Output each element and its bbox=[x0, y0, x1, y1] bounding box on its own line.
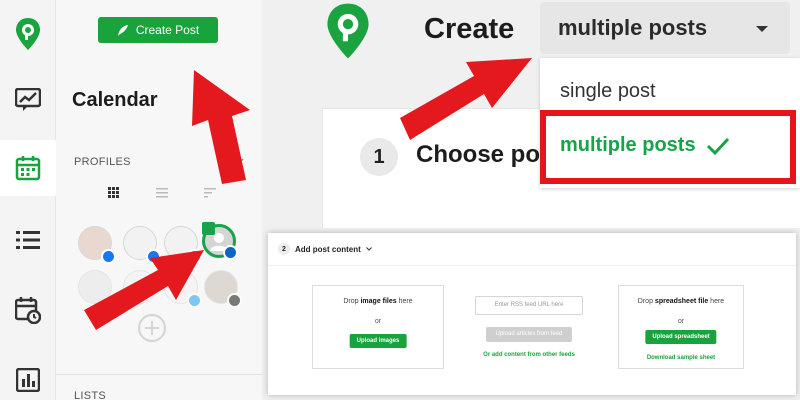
add-content-header[interactable]: 2 Add post content bbox=[278, 243, 372, 255]
instagram-icon bbox=[187, 249, 202, 264]
upload-spreadsheet-button[interactable]: Upload spreadsheet bbox=[645, 330, 717, 344]
profile-avatar[interactable] bbox=[164, 226, 202, 264]
profile-avatar[interactable] bbox=[123, 270, 157, 304]
sidebar: Create Post Calendar PROFILES LISTS bbox=[56, 0, 262, 400]
image-drop-text: Drop image files here bbox=[343, 298, 413, 305]
post-type-value: multiple posts bbox=[558, 15, 708, 40]
logo-icon bbox=[327, 3, 369, 59]
upload-articles-button[interactable]: Upload articles from feed bbox=[486, 327, 572, 342]
menu-option-label: multiple posts bbox=[560, 134, 696, 156]
grid-view-icon[interactable] bbox=[108, 187, 119, 198]
divider bbox=[268, 265, 796, 266]
spreadsheet-drop-text: Drop spreadsheet file here bbox=[637, 298, 725, 305]
create-post-button[interactable]: Create Post bbox=[98, 17, 218, 43]
list-view-icon[interactable] bbox=[156, 188, 168, 198]
facebook-icon bbox=[101, 249, 116, 264]
profile-avatar[interactable] bbox=[164, 270, 202, 308]
twitter-icon bbox=[187, 293, 202, 308]
add-content-title: Add post content bbox=[295, 244, 361, 254]
feather-icon bbox=[117, 24, 128, 36]
or-text: or bbox=[677, 318, 685, 325]
menu-option-single-post[interactable]: single post bbox=[560, 80, 656, 103]
divider bbox=[56, 374, 262, 375]
post-type-dropdown[interactable]: multiple posts bbox=[540, 2, 790, 54]
profile-avatar[interactable] bbox=[204, 270, 242, 308]
or-text: or bbox=[374, 318, 382, 325]
other-feeds-link[interactable]: Or add content from other feeds bbox=[475, 352, 583, 358]
icon-rail bbox=[0, 0, 56, 400]
profile-avatar-selected[interactable] bbox=[202, 222, 238, 260]
sort-view-icon[interactable] bbox=[204, 188, 216, 198]
chevron-down-icon bbox=[365, 247, 372, 251]
post-type-menu: single post multiple posts bbox=[540, 58, 800, 188]
caret-down-icon bbox=[756, 26, 768, 32]
chevron-down-icon[interactable] bbox=[236, 158, 244, 164]
spreadsheet-drop-zone[interactable]: Drop spreadsheet file here or Upload spr… bbox=[618, 285, 744, 369]
scheduled-icon[interactable] bbox=[0, 282, 56, 338]
calendar-icon[interactable] bbox=[0, 140, 56, 196]
image-drop-zone[interactable]: Drop image files here or Upload images bbox=[312, 285, 444, 369]
step-number: 1 bbox=[360, 138, 398, 176]
reports-icon[interactable] bbox=[0, 352, 56, 400]
logo-icon[interactable] bbox=[0, 6, 56, 62]
profiles-heading: PROFILES bbox=[74, 156, 131, 168]
highlight-box: multiple posts bbox=[540, 110, 796, 184]
add-content-screenshot: 2 Add post content Drop image files here… bbox=[268, 233, 796, 395]
analytics-icon[interactable] bbox=[0, 72, 56, 128]
menu-option-multiple-posts[interactable]: multiple posts bbox=[560, 134, 730, 157]
download-sample-link[interactable]: Download sample sheet bbox=[619, 355, 743, 361]
view-toggle-group bbox=[108, 187, 216, 198]
rss-url-input[interactable]: Enter RSS feed URL here bbox=[475, 296, 583, 315]
profile-avatar[interactable] bbox=[123, 226, 161, 264]
checkbox-checked-icon bbox=[202, 222, 215, 235]
profile-avatar[interactable] bbox=[78, 270, 112, 304]
step-number: 2 bbox=[278, 243, 290, 255]
create-heading: Create bbox=[424, 13, 515, 45]
list-icon[interactable] bbox=[0, 212, 56, 268]
add-profile-icon[interactable] bbox=[138, 314, 166, 342]
profile-avatar[interactable] bbox=[78, 226, 116, 264]
tiktok-icon bbox=[227, 293, 242, 308]
facebook-icon bbox=[146, 249, 161, 264]
step-title: Choose po bbox=[416, 141, 540, 168]
linkedin-icon bbox=[223, 245, 238, 260]
lists-heading: LISTS bbox=[74, 390, 107, 400]
create-post-label: Create Post bbox=[135, 23, 200, 37]
upload-images-button[interactable]: Upload images bbox=[349, 334, 407, 348]
checkmark-icon bbox=[706, 137, 729, 155]
page-title: Calendar bbox=[72, 89, 158, 111]
